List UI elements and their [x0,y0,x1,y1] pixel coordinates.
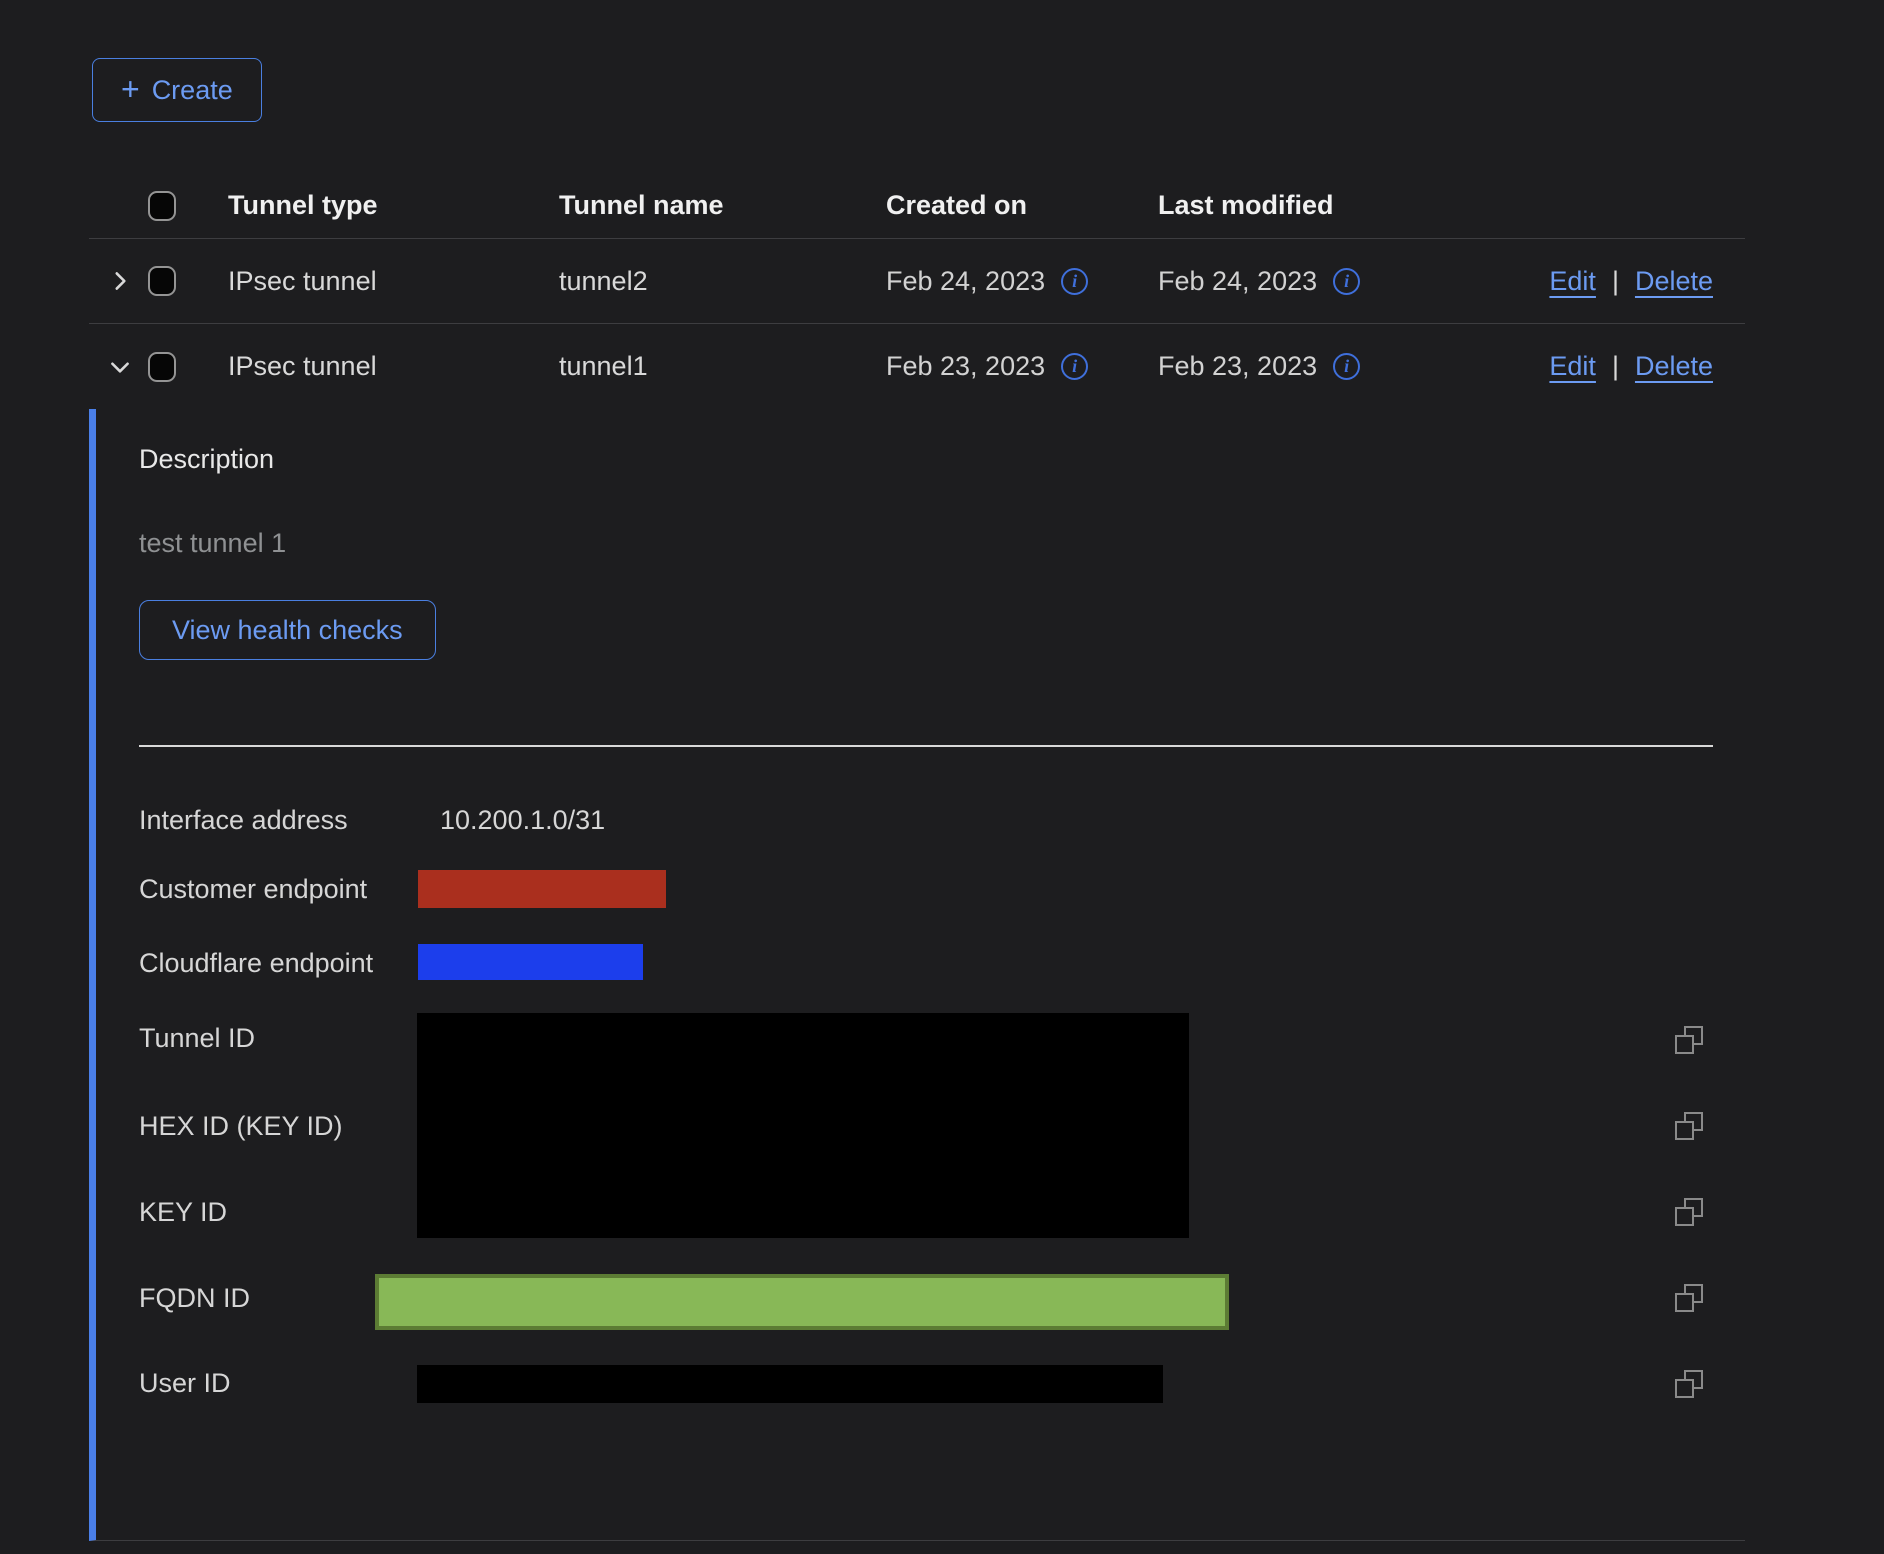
cloudflare-endpoint-label: Cloudflare endpoint [139,947,373,979]
last-modified-cell: Feb 24, 2023 i [1140,266,1440,297]
fqdn-id-redacted-value [375,1274,1229,1330]
customer-endpoint-redacted-value [418,870,666,908]
description-label: Description [139,444,274,475]
column-header-tunnel-name: Tunnel name [541,190,868,221]
expander-cell [92,266,148,296]
created-on-cell: Feb 24, 2023 i [868,266,1140,297]
checkbox-cell [148,352,210,382]
table-row-tunnel2: IPsec tunnel tunnel2 Feb 24, 2023 i Feb … [89,239,1745,324]
copy-icon-user-id[interactable] [1675,1370,1703,1398]
info-icon[interactable]: i [1061,268,1088,295]
action-separator: | [1612,351,1619,382]
key-id-label: KEY ID [139,1196,227,1228]
created-on-date: Feb 24, 2023 [886,266,1045,297]
section-divider [139,745,1713,747]
copy-icon-tunnel-id[interactable] [1675,1026,1703,1054]
description-value: test tunnel 1 [139,528,286,559]
row-actions-cell: Edit | Delete [1440,351,1745,382]
tunnels-table: Tunnel type Tunnel name Created on Last … [89,173,1745,1541]
user-id-label: User ID [139,1367,231,1399]
edit-link-tunnel2[interactable]: Edit [1549,266,1596,297]
table-row-tunnel1: IPsec tunnel tunnel1 Feb 23, 2023 i Feb … [89,324,1745,409]
select-all-checkbox[interactable] [148,191,176,221]
create-button-label: Create [152,75,233,106]
interface-address-label: Interface address [139,804,348,836]
delete-link-tunnel1[interactable]: Delete [1635,351,1713,382]
copy-icon-fqdn-id[interactable] [1675,1284,1703,1312]
tunnel-type-cell: IPsec tunnel [210,266,541,297]
edit-link-tunnel1[interactable]: Edit [1549,351,1596,382]
row-checkbox-tunnel1[interactable] [148,352,176,382]
row-actions-cell: Edit | Delete [1440,266,1745,297]
fqdn-id-label: FQDN ID [139,1282,250,1314]
table-header-row: Tunnel type Tunnel name Created on Last … [89,173,1745,239]
column-header-tunnel-type: Tunnel type [210,190,541,221]
expander-cell [92,352,148,382]
plus-icon: + [121,73,140,105]
hex-id-label: HEX ID (KEY ID) [139,1110,343,1142]
user-id-redacted-value [417,1365,1163,1403]
action-separator: | [1612,266,1619,297]
column-header-last-modified: Last modified [1140,190,1440,221]
tunnel-id-label: Tunnel ID [139,1022,255,1054]
header-checkbox-cell [148,191,210,221]
delete-link-tunnel2[interactable]: Delete [1635,266,1713,297]
info-icon[interactable]: i [1061,353,1088,380]
cloudflare-endpoint-redacted-value [418,944,643,980]
info-icon[interactable]: i [1333,353,1360,380]
create-button[interactable]: + Create [92,58,262,122]
copy-icon-key-id[interactable] [1675,1198,1703,1226]
expanded-tunnel-details: Description test tunnel 1 View health ch… [89,409,1745,1541]
ids-redacted-values [417,1013,1189,1238]
tunnels-page: + Create Tunnel type Tunnel name Created… [0,0,1884,1554]
customer-endpoint-label: Customer endpoint [139,873,367,905]
created-on-cell: Feb 23, 2023 i [868,351,1140,382]
column-header-created-on: Created on [868,190,1140,221]
row-checkbox-tunnel2[interactable] [148,266,176,296]
info-icon[interactable]: i [1333,268,1360,295]
last-modified-date: Feb 23, 2023 [1158,351,1317,382]
checkbox-cell [148,266,210,296]
last-modified-date: Feb 24, 2023 [1158,266,1317,297]
tunnel-name-cell: tunnel1 [541,351,868,382]
chevron-down-icon[interactable] [105,352,135,382]
copy-icon-hex-id[interactable] [1675,1112,1703,1140]
last-modified-cell: Feb 23, 2023 i [1140,351,1440,382]
tunnel-type-cell: IPsec tunnel [210,351,541,382]
tunnel-name-cell: tunnel2 [541,266,868,297]
chevron-right-icon[interactable] [105,266,135,296]
created-on-date: Feb 23, 2023 [886,351,1045,382]
view-health-checks-button[interactable]: View health checks [139,600,436,660]
interface-address-value: 10.200.1.0/31 [440,804,605,836]
